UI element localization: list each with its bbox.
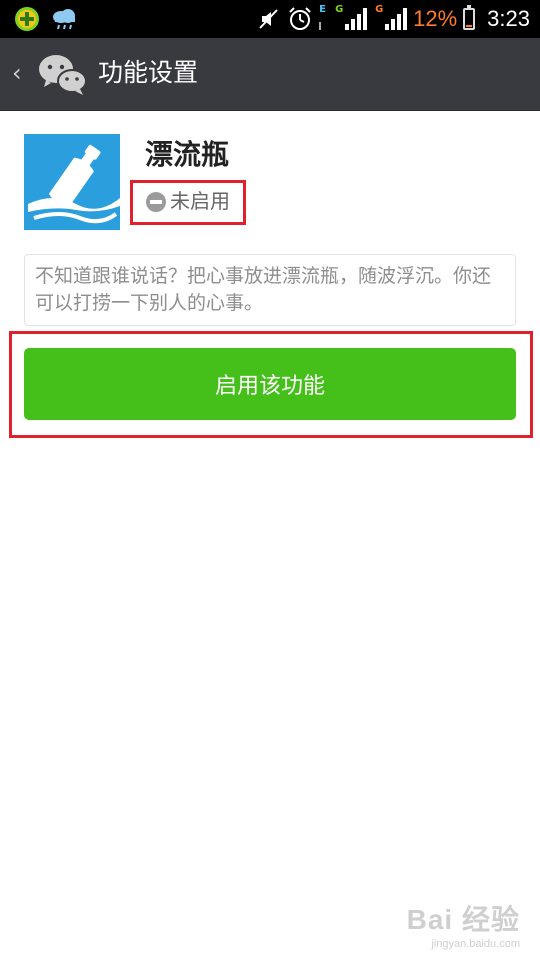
system-indicators: E G G 12% 3:23 <box>257 4 530 34</box>
clock: 3:23 <box>487 6 530 31</box>
feature-name: 漂流瓶 <box>145 138 230 171</box>
chevron-left-icon[interactable]: ‹ <box>12 60 22 86</box>
network-type-label: G <box>335 4 344 15</box>
action-bar: ‹ 功能设置 <box>0 38 540 111</box>
battery-fill <box>466 25 473 27</box>
status-bar: E G G 12% 3:23 <box>0 0 540 38</box>
page-title: 功能设置 <box>98 58 199 87</box>
weather-cloud-icon <box>53 9 75 30</box>
baidu-jingyan-watermark: Bai 经验 jingyan.baidu.com <box>407 898 520 950</box>
notification-icons <box>14 6 78 32</box>
drift-bottle-icon <box>24 134 120 230</box>
watermark-logo: Bai 经验 <box>406 904 520 935</box>
battery-icon <box>463 5 476 30</box>
signal-strength-icon: G <box>335 5 368 30</box>
signal-strength-icon: G <box>375 5 408 30</box>
mute-icon <box>259 9 278 29</box>
alarm-icon <box>289 7 311 30</box>
feature-status: 未启用 <box>170 189 230 213</box>
feature-description: 不知道跟谁说话？把心事放进漂流瓶，随波浮沉。你还可以打捞一下别人的心事。 <box>24 254 516 326</box>
network-type-label: G <box>375 4 384 15</box>
disabled-icon <box>146 192 166 212</box>
security-app-icon <box>15 7 39 31</box>
network-e-indicator: E <box>319 4 329 30</box>
battery-percent: 12% <box>413 6 458 31</box>
enable-feature-button[interactable]: 启用该功能 <box>24 348 516 420</box>
watermark-url: jingyan.baidu.com <box>431 938 520 950</box>
wechat-logo-icon[interactable] <box>36 52 88 96</box>
network-type-label: E <box>319 4 326 15</box>
